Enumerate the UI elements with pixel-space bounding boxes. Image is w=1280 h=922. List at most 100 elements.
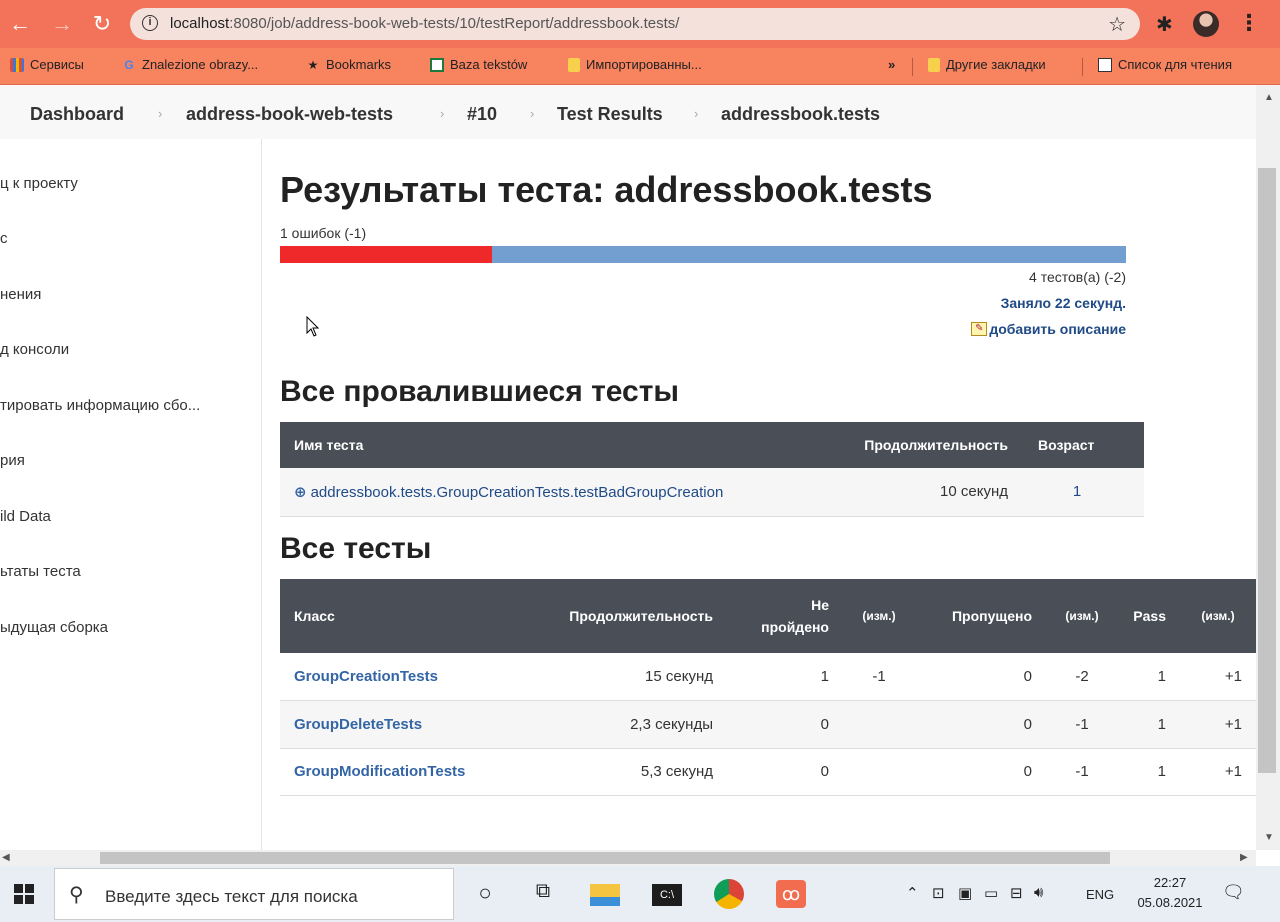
sidebar-item-changes[interactable]: нения [0,286,41,303]
column-header[interactable]: (изм.) [843,579,915,653]
column-header[interactable]: (изм.) [1046,579,1118,653]
sidebar-item-back-to-project[interactable]: ц к проекту [0,175,78,192]
breadcrumb-project[interactable]: address-book-web-tests [186,104,393,125]
xampp-icon[interactable]: ꝏ [776,880,806,908]
edit-note-icon: ✎ [971,322,988,336]
main-content: Результаты теста: addressbook.tests 1 ош… [262,139,1256,850]
class-link[interactable]: GroupDeleteTests [280,700,510,749]
skip-diff-cell: -2 [1046,653,1118,701]
failed-test-link[interactable]: addressbook.tests.GroupCreationTests.tes… [311,484,724,501]
bookmark-star-icon[interactable]: ☆ [1108,12,1126,37]
tests-count: 4 тестов(а) (-2) [1029,269,1126,285]
sidebar-item-history[interactable]: рия [0,452,25,469]
tray-meet-icon[interactable]: ▣ [958,884,972,902]
language-indicator[interactable]: ENG [1086,887,1114,902]
task-view-icon[interactable]: ⧉ [528,880,558,908]
browser-menu-icon[interactable]: ⋮ [1238,10,1260,36]
failed-tests-table: Имя теста Продолжительность Возраст ⊕ add… [280,422,1144,517]
scroll-up-arrow-icon[interactable]: ▲ [1264,92,1274,103]
cortana-icon[interactable]: ○ [470,880,500,908]
bookmark-znalezione[interactable]: G Znalezione obrazy... [122,57,258,72]
column-header[interactable]: Продолжительность [840,422,1024,468]
bookmark-label: Список для чтения [1118,57,1232,72]
google-icon: G [124,57,134,72]
url-text[interactable]: localhost:8080/job/address-book-web-test… [170,15,679,32]
sidebar-item-previous-build[interactable]: ыдущая сборка [0,619,108,636]
address-bar[interactable]: i localhost:8080/job/address-book-web-te… [130,8,1140,40]
age-link[interactable]: 1 [1024,468,1144,517]
reload-icon[interactable]: ↻ [90,12,114,36]
sidebar-item-build-data[interactable]: ild Data [0,508,51,525]
breadcrumb-dashboard[interactable]: Dashboard [30,104,124,125]
notifications-icon[interactable]: 🗨︎ [1222,882,1245,903]
bookmark-reading-list[interactable]: Список для чтения [1098,57,1232,72]
chrome-icon[interactable] [714,879,744,909]
sidebar-item-console-output[interactable]: д консоли [0,341,69,358]
sidebar-item-status[interactable]: с [0,230,8,247]
windows-start-icon[interactable] [14,884,34,904]
fail-bar-fill [280,246,492,263]
terminal-icon[interactable]: C:\ [652,884,682,906]
class-link[interactable]: GroupCreationTests [280,653,510,701]
skip-diff-cell: -1 [1046,748,1118,796]
taskbar-search-input[interactable]: ⚲ Введите здесь текст для поиска [54,868,454,920]
tray-chevron-up-icon[interactable]: ⌃ [906,884,919,902]
search-placeholder: Введите здесь текст для поиска [105,887,358,906]
bookmark-bookmarks[interactable]: ★ Bookmarks [306,57,391,72]
scroll-down-arrow-icon[interactable]: ▼ [1264,832,1274,843]
column-header[interactable]: Pass [1118,579,1180,653]
breadcrumb: Dashboard › address-book-web-tests › #10… [0,85,1256,139]
pass-diff-cell: +1 [1180,748,1256,796]
volume-icon[interactable]: 🔊︎ [1034,884,1043,901]
all-tests-heading: Все тесты [280,532,432,565]
column-header[interactable]: Продолжительность [510,579,727,653]
bookmark-baza[interactable]: Baza tekstów [430,57,527,72]
scroll-right-arrow-icon[interactable]: ▶ [1240,852,1248,863]
url-path: :8080/job/address-book-web-tests/10/test… [229,15,680,32]
breadcrumb-current[interactable]: addressbook.tests [721,104,880,125]
info-icon[interactable]: i [142,15,158,31]
expand-plus-icon[interactable]: ⊕ [294,484,307,501]
pass-diff-cell: +1 [1180,700,1256,749]
sidebar-item-edit-build-info[interactable]: тировать информацию сбо... [0,397,200,414]
breadcrumb-build[interactable]: #10 [467,104,497,125]
chevron-right-icon: › [530,106,535,121]
battery-icon[interactable]: ▭ [984,884,998,902]
network-icon[interactable]: ⊟ [1010,884,1023,902]
bookmarks-overflow-button[interactable]: » [888,57,895,72]
horizontal-scroll-thumb[interactable] [100,852,1110,864]
test-result-bar [280,246,1126,263]
class-link[interactable]: GroupModificationTests [280,748,510,796]
column-header[interactable]: Пропущено [915,579,1046,653]
bookmark-imported[interactable]: Импортированны... [568,57,702,72]
file-explorer-icon[interactable] [590,884,620,906]
system-clock[interactable]: 22:27 05.08.2021 [1130,873,1210,913]
vertical-scroll-thumb[interactable] [1258,168,1276,773]
bookmark-apps[interactable]: Сервисы [10,57,84,72]
star-icon: ★ [307,57,319,72]
sidebar-item-test-results[interactable]: ьтаты теста [0,563,81,580]
column-header[interactable]: Класс [280,579,510,653]
add-description-link[interactable]: ✎ добавить описание [971,321,1126,337]
back-icon[interactable]: ← [8,12,32,36]
duration-cell: 5,3 секунд [510,748,727,796]
profile-avatar[interactable] [1193,11,1219,37]
chevron-right-icon: › [158,106,163,121]
bookmark-divider [912,58,913,76]
breadcrumb-test-results[interactable]: Test Results [557,104,663,125]
tray-app-icon[interactable]: ⊡ [932,884,945,902]
extensions-puzzle-icon[interactable]: ✱ [1156,12,1173,37]
scroll-left-arrow-icon[interactable]: ◀ [2,852,10,863]
pass-cell: 1 [1118,748,1180,796]
duration-cell: 10 секунд [840,468,1024,517]
column-header[interactable]: (изм.) [1180,579,1256,653]
column-header[interactable]: Имя теста [280,422,840,468]
forward-icon[interactable]: → [50,12,74,36]
pass-diff-cell: +1 [1180,653,1256,701]
column-header[interactable]: Возраст [1024,422,1144,468]
pass-cell: 1 [1118,653,1180,701]
column-header[interactable]: Не пройдено [727,579,843,653]
bookmark-label: Сервисы [30,57,84,72]
bookmark-other[interactable]: Другие закладки [928,57,1046,72]
duration-link[interactable]: Заняло 22 секунд. [1001,295,1126,311]
